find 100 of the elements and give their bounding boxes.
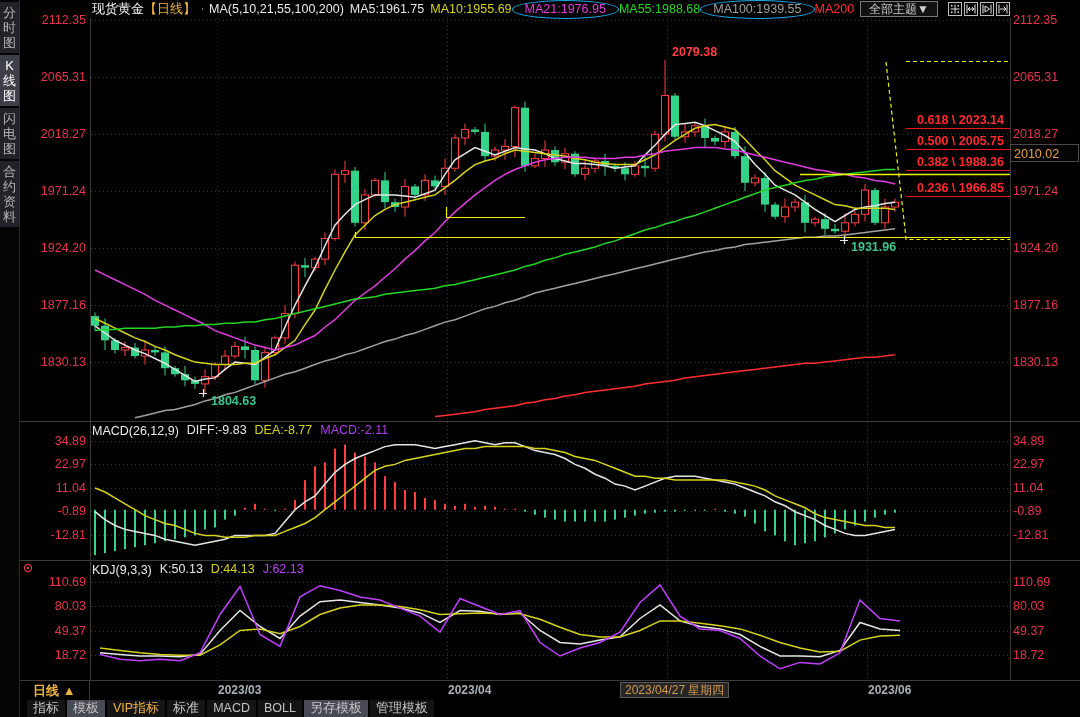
fibonacci-level-label: 0.236 \ 1966.85 — [917, 181, 1004, 195]
rising-candle — [501, 138, 509, 161]
ma-legend-value: MA100:1939.55 — [713, 2, 802, 16]
date-axis-label: 2023/06 — [868, 684, 912, 697]
bottom-tab[interactable]: 指标 — [27, 700, 65, 717]
falling-candle — [91, 311, 99, 332]
falling-candle — [391, 198, 399, 213]
axis-label: -12.81 — [50, 528, 86, 542]
bottom-tab[interactable]: VIP指标 — [107, 700, 166, 717]
rising-candle — [591, 156, 599, 174]
falling-candle — [351, 166, 359, 227]
falling-candle — [131, 342, 139, 359]
rising-candle — [691, 121, 699, 138]
rising-candle — [281, 304, 289, 345]
rising-candle — [341, 160, 349, 184]
axis-label: 1830.13 — [40, 354, 86, 369]
rising-candle — [421, 173, 429, 202]
axis-label: 22.97 — [54, 457, 86, 472]
bottom-tab[interactable]: BOLL — [257, 700, 302, 717]
rising-candle — [861, 183, 869, 223]
rising-candle — [631, 160, 639, 178]
axis-label: 2112.35 — [41, 13, 86, 27]
rising-candle — [441, 158, 449, 196]
crosshair-date-label: 2023/04/27 星期四 — [620, 682, 730, 698]
fibonacci-level-label: 0.500 \ 2005.75 — [917, 134, 1004, 148]
fit-width-button[interactable] — [964, 2, 978, 16]
rising-candle — [461, 122, 469, 146]
date-axis-label: 2023/04 — [448, 684, 492, 697]
rising-candle — [541, 139, 549, 168]
macd-legend-value: DIFF:-9.83 — [186, 424, 247, 438]
macd-legend-value: MACD:-2.11 — [320, 424, 389, 438]
axis-label: 49.37 — [1013, 623, 1045, 638]
rising-candle — [451, 133, 459, 173]
falling-candle — [621, 161, 629, 181]
bottom-tab[interactable]: 另存模板 — [303, 700, 368, 717]
jump-to-end-button[interactable] — [996, 2, 1010, 16]
falling-candle — [301, 257, 309, 278]
axis-label: 1924.20 — [1013, 240, 1059, 255]
bottom-tab[interactable]: 标准 — [167, 700, 206, 717]
bottom-tab[interactable]: MACD — [207, 700, 256, 717]
rising-candle — [681, 122, 689, 144]
axis-label: 1924.20 — [40, 240, 86, 255]
ma-legend-value: MA55:1988.68 — [618, 2, 701, 16]
falling-candle — [871, 187, 879, 226]
axis-label: 1971.24 — [1013, 184, 1059, 198]
falling-candle — [431, 175, 439, 190]
falling-candle — [191, 376, 199, 390]
falling-candle — [381, 171, 389, 209]
rising-candle — [261, 345, 269, 389]
ma-legend-value: MA21:1976.95 — [524, 2, 606, 16]
price-annotation: 2079.38 — [672, 45, 718, 59]
axis-label: 1877.16 — [1013, 297, 1059, 312]
falling-candle — [821, 212, 829, 236]
axis-label: 1971.24 — [40, 184, 86, 198]
falling-candle — [241, 336, 249, 359]
rising-candle — [751, 173, 759, 187]
falling-candle — [801, 194, 809, 233]
sidebar-tab[interactable]: 合约资料 — [0, 161, 19, 227]
bottom-tab[interactable]: 模板 — [67, 700, 105, 717]
cross-marker-icon — [198, 388, 208, 398]
arrow-to-bar-icon — [998, 4, 1008, 14]
ma-legend-value: MA5:1961.75 — [349, 2, 425, 16]
crosshair-price-label: 2010.02 — [1010, 144, 1079, 162]
falling-candle — [741, 145, 749, 192]
theme-dropdown-button[interactable]: 全部主题▼ — [860, 1, 938, 17]
rising-candle — [201, 368, 209, 394]
falling-candle — [111, 337, 119, 355]
rising-candle — [211, 361, 219, 381]
date-axis-label: 2023/03 — [218, 684, 262, 697]
rising-candle — [811, 216, 819, 227]
kdj-title: KDJ(9,3,3) — [92, 563, 152, 577]
rising-candle — [531, 153, 539, 169]
bottom-tab[interactable]: 管理模板 — [369, 700, 434, 717]
axis-label: 2018.27 — [40, 127, 86, 141]
falling-candle — [641, 155, 649, 178]
kdj-legend-value: J:62.13 — [262, 563, 304, 577]
axis-label: 11.04 — [1013, 480, 1044, 495]
falling-candle — [761, 171, 769, 213]
fibonacci-level-label: 0.382 \ 1988.36 — [917, 155, 1004, 169]
sidebar-tab[interactable]: 分时图 — [0, 2, 19, 53]
axis-label: 1877.16 — [40, 297, 86, 312]
step-forward-icon — [982, 4, 992, 14]
rising-candle — [361, 188, 369, 231]
axis-label: 80.03 — [54, 599, 86, 614]
fibonacci-level-label: 0.618 \ 2023.14 — [917, 113, 1004, 127]
falling-candle — [731, 126, 739, 160]
period-label: 【日线】 — [144, 0, 196, 18]
falling-candle — [601, 153, 609, 176]
crosshair-button[interactable] — [948, 2, 962, 16]
sidebar-tab[interactable]: 闪电图 — [0, 108, 19, 159]
rising-candle — [311, 256, 319, 272]
falling-candle — [251, 345, 259, 385]
cross-marker-icon — [839, 235, 849, 245]
step-forward-button[interactable] — [980, 2, 994, 16]
instrument-title: 现货黄金 — [92, 0, 144, 18]
sidebar-tab[interactable]: K线图 — [0, 55, 19, 106]
falling-candle — [181, 365, 189, 387]
axis-label: -12.81 — [1013, 528, 1049, 542]
axis-label: -0.89 — [1013, 504, 1042, 519]
rising-candle — [271, 334, 279, 356]
